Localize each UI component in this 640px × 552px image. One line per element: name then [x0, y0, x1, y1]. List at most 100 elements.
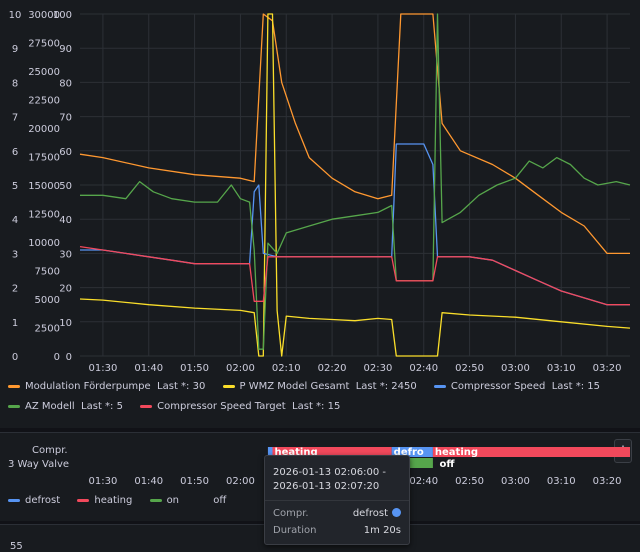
tooltip-end: 2026-01-13 02:07:20 — [273, 481, 380, 492]
y-tick-label: 2 — [12, 284, 18, 295]
series-line[interactable] — [80, 143, 630, 306]
legend-item-modulation[interactable]: Modulation Förderpumpe Last *: 30 — [8, 381, 205, 392]
y-tick-label: 22500 — [28, 96, 60, 107]
legend-value: Last *: 15 — [551, 381, 600, 392]
timeseries-panel: 0 1 2 3 4 5 6 7 8 9 10 0 2500 5000 7500 10000 12500 15000… — [0, 0, 640, 428]
legend-label: AZ Modell — [25, 401, 75, 412]
legend-value: Last *: 30 — [157, 381, 206, 392]
y-tick-label: 80 — [59, 78, 72, 89]
state-x-tick-label: 03:20 — [593, 476, 622, 487]
legend-label: off — [213, 495, 227, 506]
y-tick-label: 10000 — [28, 238, 60, 249]
x-tick-label: 02:20 — [318, 363, 347, 374]
tooltip-field-value: defrost — [352, 508, 388, 519]
legend-label: Compressor Speed — [450, 381, 546, 392]
tooltip-field-value-wrap: defrost — [353, 508, 401, 519]
legend-item-pwmz[interactable]: P WMZ Model Gesamt Last *: 2450 — [222, 381, 417, 392]
y-tick-label: 1 — [12, 318, 18, 329]
state-color-dot — [392, 508, 401, 517]
legend-item-az-modell[interactable]: AZ Modell Last *: 5 — [8, 401, 123, 412]
state-x-tick-label: 01:40 — [134, 476, 163, 487]
tooltip-time-range: 2026-01-13 02:06:00 - 2026-01-13 02:07:2… — [273, 466, 386, 494]
y-tick-label: 40 — [59, 215, 72, 226]
x-tick-label: 02:50 — [455, 363, 484, 374]
legend-value: Last *: 2450 — [355, 381, 417, 392]
state-label: off — [440, 459, 456, 470]
y-tick-label: 20000 — [28, 124, 60, 135]
series-line[interactable] — [80, 13, 631, 350]
y-tick-label: 0 — [66, 352, 72, 363]
tooltip-duration-label: Duration — [273, 525, 317, 536]
series-line[interactable] — [79, 13, 630, 255]
state-legend-defrost[interactable]: defrost — [8, 495, 60, 506]
state-x-tick-label: 02:00 — [226, 476, 255, 487]
x-tick-label: 01:30 — [89, 363, 118, 374]
y-tick-label: 90 — [59, 44, 72, 55]
legend-label: Compressor Speed Target — [157, 401, 286, 412]
tooltip-field-row: Compr. defrost — [273, 508, 401, 519]
y-tick-label: 4 — [12, 215, 18, 226]
timeseries-chart[interactable]: 0123456789100250050007500100001250015000… — [0, 0, 640, 380]
tooltip-divider — [265, 500, 409, 501]
tooltip-duration-value: 1m 20s — [363, 525, 401, 536]
state-x-tick-label: 03:10 — [547, 476, 576, 487]
legend-label: heating — [94, 495, 133, 506]
state-x-tick-label: 02:50 — [455, 476, 484, 487]
hover-tooltip: 2026-01-13 02:06:00 - 2026-01-13 02:07:2… — [264, 455, 410, 545]
x-tick-label: 03:00 — [501, 363, 530, 374]
y-tick-label: 10 — [59, 318, 72, 329]
x-tick-label: 03:10 — [547, 363, 576, 374]
state-legend-off[interactable]: off — [196, 495, 226, 506]
y-tick-label: 2500 — [35, 324, 60, 335]
legend-label: on — [166, 495, 180, 506]
y-tick-label: 17500 — [28, 153, 60, 164]
y-tick-label: 15000 — [28, 181, 60, 192]
y-tick-label: 0 — [54, 352, 60, 363]
y-tick-label: 60 — [59, 147, 72, 158]
legend-item-compressor-speed[interactable]: Compressor Speed Last *: 15 — [433, 381, 600, 392]
state-legend-on[interactable]: on — [149, 495, 180, 506]
state-x-tick-label: 03:00 — [501, 476, 530, 487]
state-legend: defrost heating on off — [8, 495, 240, 506]
x-axis: 01:30 01:40 01:50 02:00 02:10 02:20 02:30 02:40… — [89, 363, 622, 374]
x-tick-label: 02:40 — [409, 363, 438, 374]
y-tick-label: 100 — [53, 10, 72, 21]
y-tick-label: 25000 — [28, 67, 60, 78]
x-tick-label: 01:50 — [180, 363, 209, 374]
y-tick-label: 10 — [9, 10, 22, 21]
grid — [80, 13, 630, 357]
y-tick-label: 8 — [12, 78, 18, 89]
legend-label: defrost — [25, 495, 61, 506]
tooltip-duration-row: Duration 1m 20s — [273, 525, 401, 536]
state-label: heating — [435, 447, 478, 458]
tooltip-start: 2026-01-13 02:06:00 - — [273, 467, 386, 478]
y-tick-label: 50 — [59, 181, 72, 192]
y-tick-label: 12500 — [28, 210, 60, 221]
y-tick-label: 7500 — [35, 267, 60, 278]
legend-row-1: Modulation Förderpumpe Last *: 30 P WMZ … — [8, 381, 614, 392]
legend-item-speed-target[interactable]: Compressor Speed Target Last *: 15 — [140, 401, 340, 412]
y-axes: 0123456789100250050007500100001250015000… — [9, 10, 72, 363]
tooltip-field-label: Compr. — [273, 508, 309, 519]
y-tick-label: 5 — [12, 181, 18, 192]
series-line[interactable] — [79, 245, 630, 306]
legend-row-2: AZ Modell Last *: 5 Compressor Speed Tar… — [8, 401, 354, 412]
y-tick-label: 0 — [12, 352, 18, 363]
next-panel-y-tick: 55 — [10, 541, 23, 552]
y-tick-label: 3 — [12, 249, 18, 260]
x-tick-label: 01:40 — [134, 363, 163, 374]
state-legend-heating[interactable]: heating — [77, 495, 132, 506]
y-tick-label: 6 — [12, 147, 18, 158]
x-tick-label: 02:00 — [226, 363, 255, 374]
x-tick-label: 02:30 — [364, 363, 393, 374]
legend-label: Modulation Förderpumpe — [25, 381, 151, 392]
y-tick-label: 9 — [12, 44, 18, 55]
x-tick-label: 03:20 — [593, 363, 622, 374]
y-tick-label: 70 — [59, 113, 72, 124]
state-x-tick-label: 01:30 — [89, 476, 118, 487]
y-tick-label: 30 — [59, 249, 72, 260]
y-tick-label: 20 — [59, 284, 72, 295]
y-tick-label: 7 — [12, 113, 18, 124]
x-tick-label: 02:10 — [272, 363, 301, 374]
state-x-tick-label: 01:50 — [180, 476, 209, 487]
